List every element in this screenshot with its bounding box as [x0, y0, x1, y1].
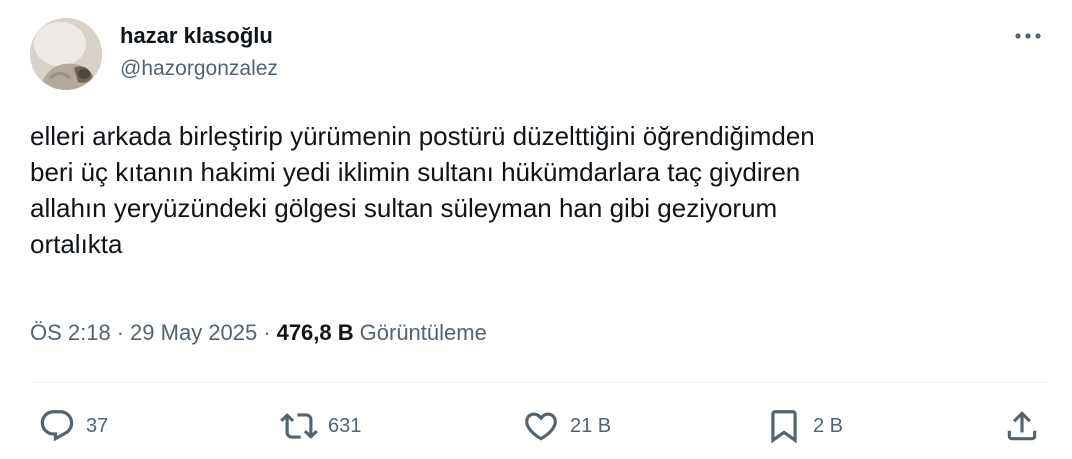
- author-handle[interactable]: @hazorgonzalez: [120, 56, 278, 82]
- tweet-text-line: beri üç kıtanın hakimi yedi iklimin sult…: [30, 157, 801, 187]
- reply-icon: [40, 410, 74, 442]
- repost-icon: [280, 413, 318, 439]
- tweet-card: hazar klasoğlu @hazorgonzalez elleri ark…: [0, 0, 1072, 459]
- author-info: hazar klasoğlu @hazorgonzalez: [120, 22, 278, 82]
- views-count: 476,8 B: [276, 320, 354, 345]
- bookmark-count: 2 B: [813, 414, 844, 437]
- tweet-meta: ÖS 2:18 · 29 May 2025 · 476,8 B Görüntüleme: [30, 318, 487, 348]
- more-options-button[interactable]: [1010, 22, 1046, 50]
- author-display-name[interactable]: hazar klasoğlu: [120, 22, 278, 50]
- repost-button[interactable]: 631: [280, 404, 361, 448]
- reply-button[interactable]: 37: [38, 404, 108, 448]
- meta-separator: ·: [263, 320, 271, 345]
- like-button[interactable]: 21 B: [522, 404, 611, 448]
- tweet-text-line: allahın yeryüzündeki gölgesi sultan süle…: [30, 193, 778, 223]
- share-icon: [1007, 411, 1037, 441]
- tweet-text: elleri arkada birleştirip yürümenin post…: [30, 118, 1030, 262]
- tweet-actions: 37 631 21 B 2 B: [0, 404, 1072, 448]
- tweet-text-line: elleri arkada birleştirip yürümenin post…: [30, 121, 815, 151]
- bookmark-button[interactable]: 2 B: [765, 404, 843, 448]
- bookmark-icon: [771, 410, 797, 444]
- tweet-time[interactable]: ÖS 2:18: [30, 320, 111, 345]
- share-button[interactable]: [1003, 404, 1041, 448]
- tweet-text-line: ortalıkta: [30, 229, 123, 259]
- tweet-date[interactable]: 29 May 2025: [130, 320, 257, 345]
- repost-count: 631: [328, 414, 362, 437]
- reply-count: 37: [86, 414, 109, 437]
- heart-icon: [525, 412, 557, 441]
- meta-separator: ·: [116, 320, 125, 345]
- more-horizontal-icon: [1015, 33, 1041, 39]
- avatar-photo: [30, 18, 102, 90]
- views-label: Görüntüleme: [359, 320, 487, 345]
- divider: [30, 382, 1049, 383]
- like-count: 21 B: [570, 414, 612, 437]
- avatar[interactable]: [30, 18, 102, 90]
